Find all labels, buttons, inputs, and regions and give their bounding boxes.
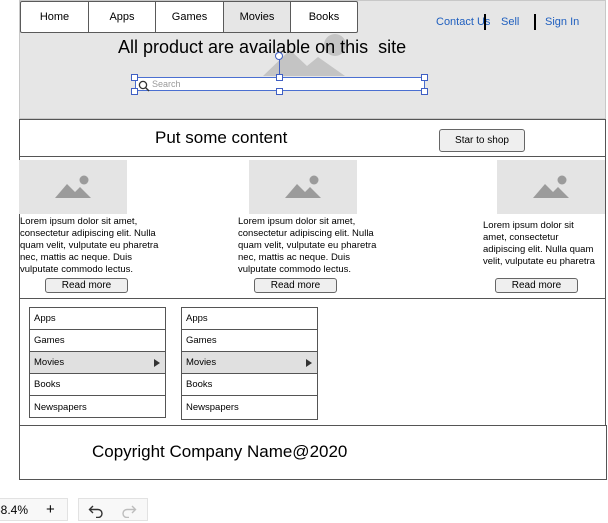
submenu-arrow-icon: [306, 359, 312, 367]
zoom-level[interactable]: 58.4%: [0, 503, 28, 517]
separator: [534, 14, 536, 30]
dropdown-menu: Apps Games Movies Books Newspapers: [181, 307, 318, 420]
menu-item-label: Movies: [186, 357, 217, 368]
nav-books[interactable]: Books: [291, 2, 357, 32]
menu-item-games[interactable]: Games: [182, 330, 317, 352]
start-shop-button[interactable]: Star to shop: [439, 129, 525, 152]
redo-icon[interactable]: [121, 503, 137, 523]
menu-item-newspapers[interactable]: Newspapers: [182, 396, 317, 418]
menu-item-apps[interactable]: Apps: [30, 308, 165, 330]
menu-item-newspapers[interactable]: Newspapers: [30, 396, 165, 418]
dropdown-menu: Apps Games Movies Books Newspapers: [29, 307, 166, 418]
card-text: Lorem ipsum dolor sit amet, consectetur …: [238, 216, 377, 276]
card-image-icon: [497, 160, 605, 214]
footer-copyright: Copyright Company Name@2020: [92, 442, 348, 461]
card-text: Lorem ipsum dolor sit amet, consectetur …: [483, 220, 595, 266]
menu-item-label: Movies: [34, 357, 65, 368]
search-icon: [138, 79, 150, 92]
menu-item-movies[interactable]: Movies: [30, 352, 165, 374]
menu-item-movies[interactable]: Movies: [182, 352, 317, 374]
submenu-arrow-icon: [154, 359, 160, 367]
nav-movies[interactable]: Movies: [224, 2, 291, 32]
resize-handle[interactable]: [421, 88, 428, 95]
read-more-button[interactable]: Read more: [45, 278, 128, 293]
card-image-icon: [19, 160, 127, 214]
sell-link[interactable]: Sell: [501, 16, 519, 28]
zoom-control: 58.4% +: [0, 498, 68, 521]
menu-item-books[interactable]: Books: [182, 374, 317, 396]
resize-handle[interactable]: [131, 88, 138, 95]
resize-handle[interactable]: [276, 74, 283, 81]
menu-item-apps[interactable]: Apps: [182, 308, 317, 330]
hero-title: All product are available on this site: [118, 37, 407, 57]
nav-games[interactable]: Games: [156, 2, 224, 32]
separator: [484, 14, 486, 30]
nav-home[interactable]: Home: [21, 2, 89, 32]
sign-in-link[interactable]: Sign In: [545, 16, 579, 28]
resize-handle[interactable]: [276, 88, 283, 95]
card-text: Lorem ipsum dolor sit amet, consectetur …: [20, 216, 159, 276]
resize-handle[interactable]: [131, 74, 138, 81]
contact-us-link[interactable]: Contact Us: [436, 16, 490, 28]
resize-handle[interactable]: [421, 74, 428, 81]
read-more-button[interactable]: Read more: [254, 278, 337, 293]
search-placeholder: Search: [152, 79, 181, 89]
card-image-icon: [249, 160, 357, 214]
menu-item-games[interactable]: Games: [30, 330, 165, 352]
main-nav: Home Apps Games Movies Books: [20, 1, 358, 33]
nav-apps[interactable]: Apps: [89, 2, 156, 32]
zoom-in-button[interactable]: +: [46, 501, 55, 518]
menu-item-books[interactable]: Books: [30, 374, 165, 396]
content-title: Put some content: [155, 128, 288, 147]
history-controls: [78, 498, 148, 521]
read-more-button[interactable]: Read more: [495, 278, 578, 293]
undo-icon[interactable]: [88, 503, 104, 523]
rotate-handle[interactable]: [275, 52, 283, 60]
